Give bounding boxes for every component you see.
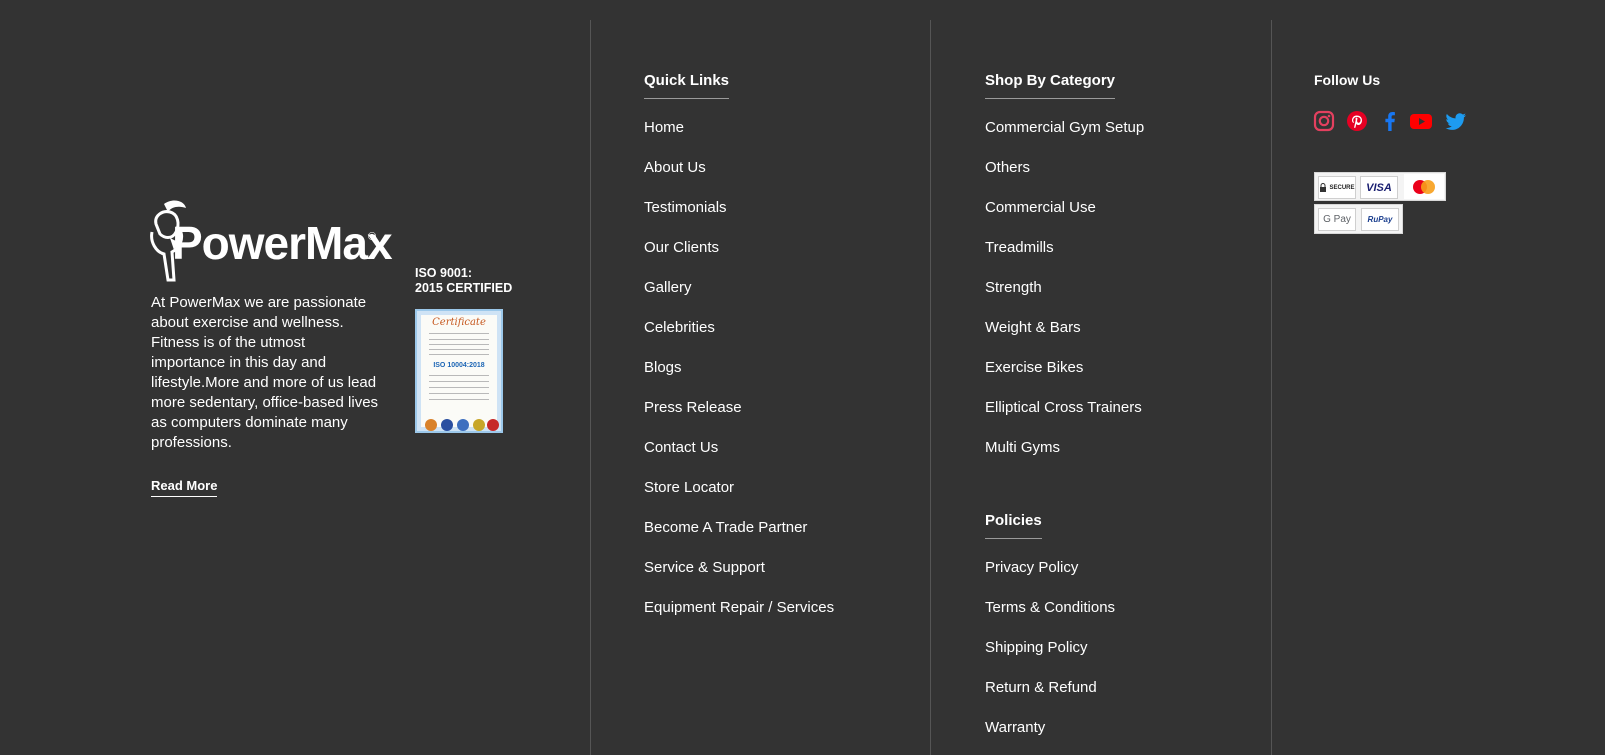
category-link-weight-bars[interactable]: Weight & Bars: [985, 319, 1081, 337]
seal-icon: [487, 419, 499, 431]
category-link-strength[interactable]: Strength: [985, 279, 1042, 297]
iso-title-line1: ISO 9001:: [415, 266, 472, 280]
rupay-badge: RuPay: [1361, 208, 1399, 231]
quick-link-press-release[interactable]: Press Release: [644, 399, 742, 417]
quick-link-about-us[interactable]: About Us: [644, 159, 706, 177]
quick-link-blogs[interactable]: Blogs: [644, 359, 682, 377]
category-link-exercise-bikes[interactable]: Exercise Bikes: [985, 359, 1083, 377]
category-link-multi-gyms[interactable]: Multi Gyms: [985, 439, 1060, 457]
iso-title-line2: 2015 CERTIFIED: [415, 281, 513, 295]
gpay-label: G Pay: [1323, 214, 1351, 225]
pinterest-icon[interactable]: [1346, 110, 1368, 132]
quick-link-service-support[interactable]: Service & Support: [644, 559, 765, 577]
policy-link-return-refund[interactable]: Return & Refund: [985, 679, 1097, 697]
powermax-logo[interactable]: PowerMax ®: [150, 198, 393, 284]
seal-icon: [457, 419, 469, 431]
category-link-commercial-use[interactable]: Commercial Use: [985, 199, 1096, 217]
category-link-commercial-gym-setup[interactable]: Commercial Gym Setup: [985, 119, 1144, 137]
payment-methods-row2: G Pay RuPay: [1314, 204, 1403, 234]
column-divider: [930, 20, 931, 755]
shop-by-category-heading: Shop By Category: [985, 72, 1116, 99]
about-text: At PowerMax we are passionate about exer…: [151, 294, 379, 451]
registered-mark: ®: [368, 231, 377, 243]
quick-link-home[interactable]: Home: [644, 119, 684, 137]
policy-link-terms[interactable]: Terms & Conditions: [985, 599, 1115, 617]
policies-heading: Policies: [985, 512, 1042, 539]
twitter-icon[interactable]: [1444, 110, 1468, 132]
quick-links-heading: Quick Links: [644, 72, 730, 99]
column-divider: [590, 20, 591, 755]
category-link-treadmills[interactable]: Treadmills: [985, 239, 1054, 257]
quick-link-contact-us[interactable]: Contact Us: [644, 439, 718, 457]
quick-link-celebrities[interactable]: Celebrities: [644, 319, 715, 337]
quick-link-gallery[interactable]: Gallery: [644, 279, 692, 297]
visa-label: VISA: [1366, 181, 1392, 194]
policy-link-privacy[interactable]: Privacy Policy: [985, 559, 1078, 577]
gpay-badge: G Pay: [1318, 208, 1356, 231]
logo-wordmark: PowerMax: [172, 217, 393, 269]
payment-methods-row1: SECURE VISA: [1314, 172, 1446, 201]
category-link-others[interactable]: Others: [985, 159, 1030, 177]
secure-label: SECURE: [1329, 184, 1355, 191]
seal-icon: [425, 419, 437, 431]
certificate-standard: ISO 10004:2018: [433, 362, 485, 369]
rupay-label: RuPay: [1367, 215, 1393, 224]
follow-us-heading: Follow Us: [1314, 72, 1381, 88]
policy-link-warranty[interactable]: Warranty: [985, 719, 1045, 737]
certificate-heading: Certificate: [432, 317, 486, 328]
column-divider: [1271, 20, 1272, 755]
mastercard-icon: [1404, 174, 1444, 199]
quick-link-equipment-repair[interactable]: Equipment Repair / Services: [644, 599, 834, 617]
quick-link-store-locator[interactable]: Store Locator: [644, 479, 734, 497]
category-link-elliptical-cross-trainers[interactable]: Elliptical Cross Trainers: [985, 399, 1142, 417]
seal-icon: [441, 419, 453, 431]
visa-badge: VISA: [1360, 176, 1398, 199]
youtube-icon[interactable]: [1409, 110, 1433, 132]
read-more-link[interactable]: Read More: [151, 478, 218, 497]
facebook-icon[interactable]: [1379, 110, 1401, 132]
seal-icon: [473, 419, 485, 431]
instagram-icon[interactable]: [1313, 110, 1335, 132]
iso-title: ISO 9001: 2015 CERTIFIED: [415, 266, 512, 296]
quick-link-our-clients[interactable]: Our Clients: [644, 239, 719, 257]
quick-link-trade-partner[interactable]: Become A Trade Partner: [644, 519, 807, 537]
quick-link-testimonials[interactable]: Testimonials: [644, 199, 727, 217]
secure-payment-badge: SECURE: [1318, 176, 1356, 199]
policy-link-shipping[interactable]: Shipping Policy: [985, 639, 1088, 657]
iso-certificate-image[interactable]: Certificate ISO 10004:2018: [415, 309, 503, 433]
